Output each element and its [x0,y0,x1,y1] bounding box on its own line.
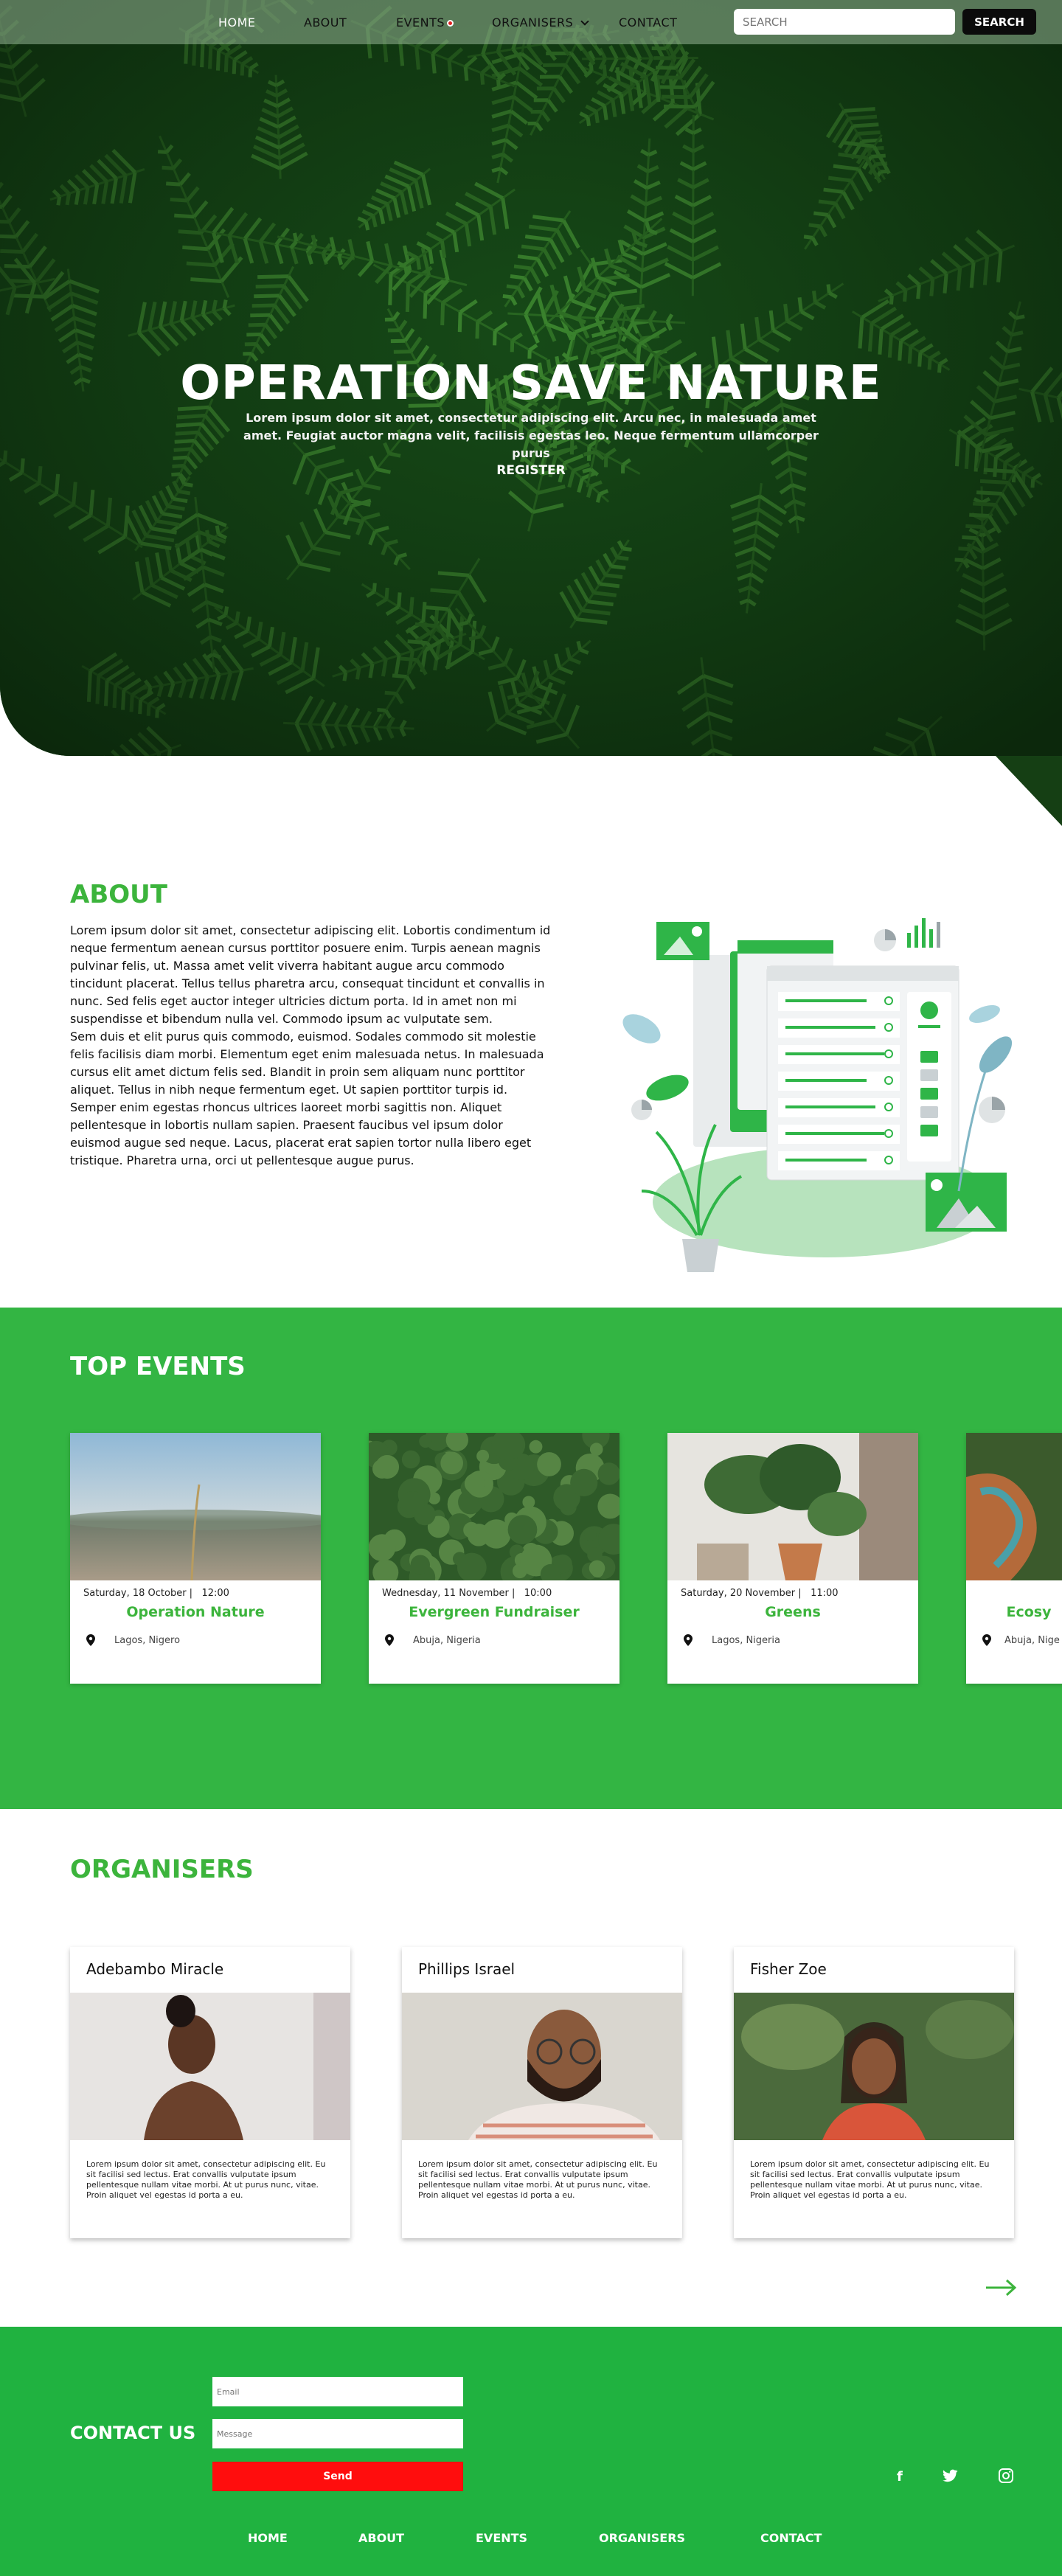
dashboard-illustration [622,918,1013,1272]
event-name[interactable]: Ecosy [903,1604,1062,1620]
event-name[interactable]: Operation Nature [70,1604,321,1620]
organiser-name: Adebambo Miracle [86,1960,224,1978]
top-nav: HOME ABOUT EVENTS ORGANISERS CONTACT SEA… [0,0,1062,44]
footer-nav-about[interactable]: ABOUT [358,2531,404,2545]
event-image-forest [369,1433,620,1580]
location-pin-icon [684,1634,693,1646]
event-location: Abuja, Nige [1004,1635,1060,1646]
about-title: ABOUT [70,880,167,909]
organiser-photo [70,1993,350,2140]
events-section: TOP EVENTS Saturday, 18 October | 12:00 … [0,1308,1062,1809]
event-location: Lagos, Nigero [114,1635,181,1646]
email-field[interactable] [212,2377,463,2406]
search-button[interactable]: SEARCH [962,9,1036,35]
hero-title: OPERATION SAVE NATURE [180,356,882,411]
twitter-icon[interactable] [941,2467,959,2485]
message-field[interactable] [212,2419,463,2448]
hero-subtitle: Lorem ipsum dolor sit amet, consectetur … [243,411,819,460]
organiser-bio: Lorem ipsum dolor sit amet, consectetur … [750,2159,990,2200]
page: OPERATION SAVE NATURE Lorem ipsum dolor … [0,0,1062,2576]
nav-about[interactable]: ABOUT [304,15,347,29]
organiser-bio: Lorem ipsum dolor sit amet, consectetur … [86,2159,326,2200]
about-paragraph-1: Lorem ipsum dolor sit amet, consectetur … [70,923,551,1026]
event-date: Wednesday, 11 November | 10:00 [382,1588,552,1599]
instagram-icon[interactable] [997,2467,1015,2485]
contact-title: CONTACT US [70,2423,196,2443]
nav-home[interactable]: HOME [218,15,256,29]
event-date: Saturday, 20 November | 11:00 [681,1588,839,1599]
organiser-card[interactable]: Phillips Israel Lorem ipsum dolor sit am… [402,1947,682,2238]
organisers-title: ORGANISERS [70,1855,254,1884]
chevron-down-icon[interactable] [580,17,589,26]
hero-corner-shape [996,756,1062,826]
organiser-card[interactable]: Fisher Zoe Lorem ipsum dolor sit amet, c… [734,1947,1014,2238]
nav-organisers-wrap[interactable]: ORGANISERS [492,15,589,29]
location-pin-icon [86,1634,95,1646]
organiser-photo [402,1993,682,2140]
svg-text:f: f [897,2469,903,2485]
organiser-photo [734,1993,1014,2140]
event-card[interactable]: Saturday, 20 November | 11:00 Greens Lag… [667,1433,918,1684]
event-name[interactable]: Evergreen Fundraiser [369,1604,620,1620]
event-card[interactable]: Saturday, 18 October | 12:00 Operation N… [70,1433,321,1684]
nav-contact[interactable]: CONTACT [619,15,677,29]
nav-events[interactable]: EVENTS [396,15,445,29]
organiser-card[interactable]: Adebambo Miracle Lorem ipsum dolor sit a… [70,1947,350,2238]
register-button[interactable]: REGISTER [494,463,568,478]
nav-events-wrap[interactable]: EVENTS [396,15,454,29]
about-paragraph-2: Sem duis et elit purus quis commodo, eui… [70,1030,544,1167]
about-text: Lorem ipsum dolor sit amet, consectetur … [70,922,557,1170]
event-card[interactable]: Ecosy Abuja, Nige [966,1433,1062,1684]
organiser-bio: Lorem ipsum dolor sit amet, consectetur … [418,2159,658,2200]
send-button[interactable]: Send [212,2462,463,2491]
footer: CONTACT US Send f HOME ABOUT EVENTS ORGA… [0,2327,1062,2576]
event-image-plants [667,1433,918,1580]
arrow-right-icon[interactable] [985,2279,1017,2296]
location-pin-icon [982,1634,991,1646]
search-input[interactable] [734,9,955,35]
hero-section: OPERATION SAVE NATURE Lorem ipsum dolor … [0,0,1062,756]
event-image-field [70,1433,321,1580]
nav-organisers[interactable]: ORGANISERS [492,15,573,29]
location-pin-icon [385,1634,394,1646]
notification-dot-icon [447,20,454,27]
event-image-aerial [966,1433,1062,1580]
footer-nav-events[interactable]: EVENTS [476,2531,527,2545]
organiser-name: Fisher Zoe [750,1960,827,1978]
event-card[interactable]: Wednesday, 11 November | 10:00 Evergreen… [369,1433,620,1684]
facebook-icon[interactable]: f [891,2467,909,2485]
event-location: Abuja, Nigeria [413,1635,481,1646]
footer-nav-organisers[interactable]: ORGANISERS [599,2531,685,2545]
footer-nav-home[interactable]: HOME [248,2531,288,2545]
event-date: Saturday, 18 October | 12:00 [83,1588,229,1599]
event-name[interactable]: Greens [667,1604,918,1620]
events-title: TOP EVENTS [70,1352,246,1381]
organiser-name: Phillips Israel [418,1960,516,1978]
footer-nav-contact[interactable]: CONTACT [760,2531,822,2545]
event-location: Lagos, Nigeria [712,1635,780,1646]
